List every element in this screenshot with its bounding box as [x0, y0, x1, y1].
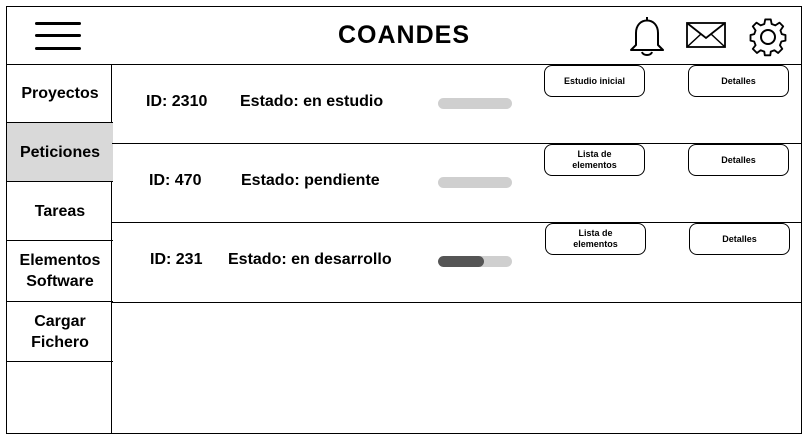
- progress-bar: [438, 98, 512, 109]
- estudio-inicial-button[interactable]: Estudio inicial: [544, 65, 645, 97]
- sidebar: Proyectos Peticiones Tareas Elementos So…: [7, 65, 113, 433]
- sidebar-item-label: Cargar Fichero: [31, 312, 89, 351]
- app-window: COANDES Proyectos Peticiones Tareas Elem…: [6, 6, 802, 434]
- gear-icon[interactable]: [747, 15, 789, 57]
- lista-elementos-button[interactable]: Lista de elementos: [544, 144, 645, 176]
- request-status: Estado: en estudio: [240, 93, 384, 110]
- sidebar-item-label: Tareas: [34, 202, 86, 220]
- request-row: ID: 470 Estado: pendiente Lista de eleme…: [112, 144, 801, 223]
- app-title: COANDES: [337, 21, 470, 49]
- sidebar-item-label: Peticiones: [19, 143, 101, 161]
- request-status: Estado: pendiente: [241, 172, 380, 189]
- request-id: ID: 470: [149, 172, 202, 189]
- lista-elementos-button[interactable]: Lista de elementos: [545, 223, 646, 255]
- details-button[interactable]: Detalles: [689, 223, 790, 255]
- progress-bar: [438, 256, 512, 267]
- progress-fill: [438, 256, 484, 267]
- sidebar-item-cargar-fichero[interactable]: Cargar Fichero: [7, 302, 113, 362]
- request-row: ID: 2310 Estado: en estudio Estudio inic…: [112, 65, 801, 144]
- sidebar-item-tareas[interactable]: Tareas: [7, 182, 113, 241]
- sidebar-item-label: Proyectos: [21, 85, 99, 102]
- mail-icon[interactable]: [685, 20, 727, 50]
- details-button[interactable]: Detalles: [688, 144, 789, 176]
- details-button[interactable]: Detalles: [688, 65, 789, 97]
- request-id: ID: 231: [150, 251, 203, 268]
- progress-bar: [438, 177, 512, 188]
- sidebar-item-label: Elementos Software: [19, 252, 101, 290]
- sidebar-item-peticiones[interactable]: Peticiones: [7, 123, 113, 182]
- sidebar-item-elementos-software[interactable]: Elementos Software: [7, 241, 113, 302]
- top-bar: COANDES: [7, 7, 801, 65]
- request-row: ID: 231 Estado: en desarrollo Lista de e…: [112, 223, 801, 303]
- request-status: Estado: en desarrollo: [228, 251, 392, 268]
- bell-icon[interactable]: [627, 14, 667, 58]
- sidebar-item-proyectos[interactable]: Proyectos: [7, 65, 113, 123]
- request-id: ID: 2310: [146, 93, 208, 110]
